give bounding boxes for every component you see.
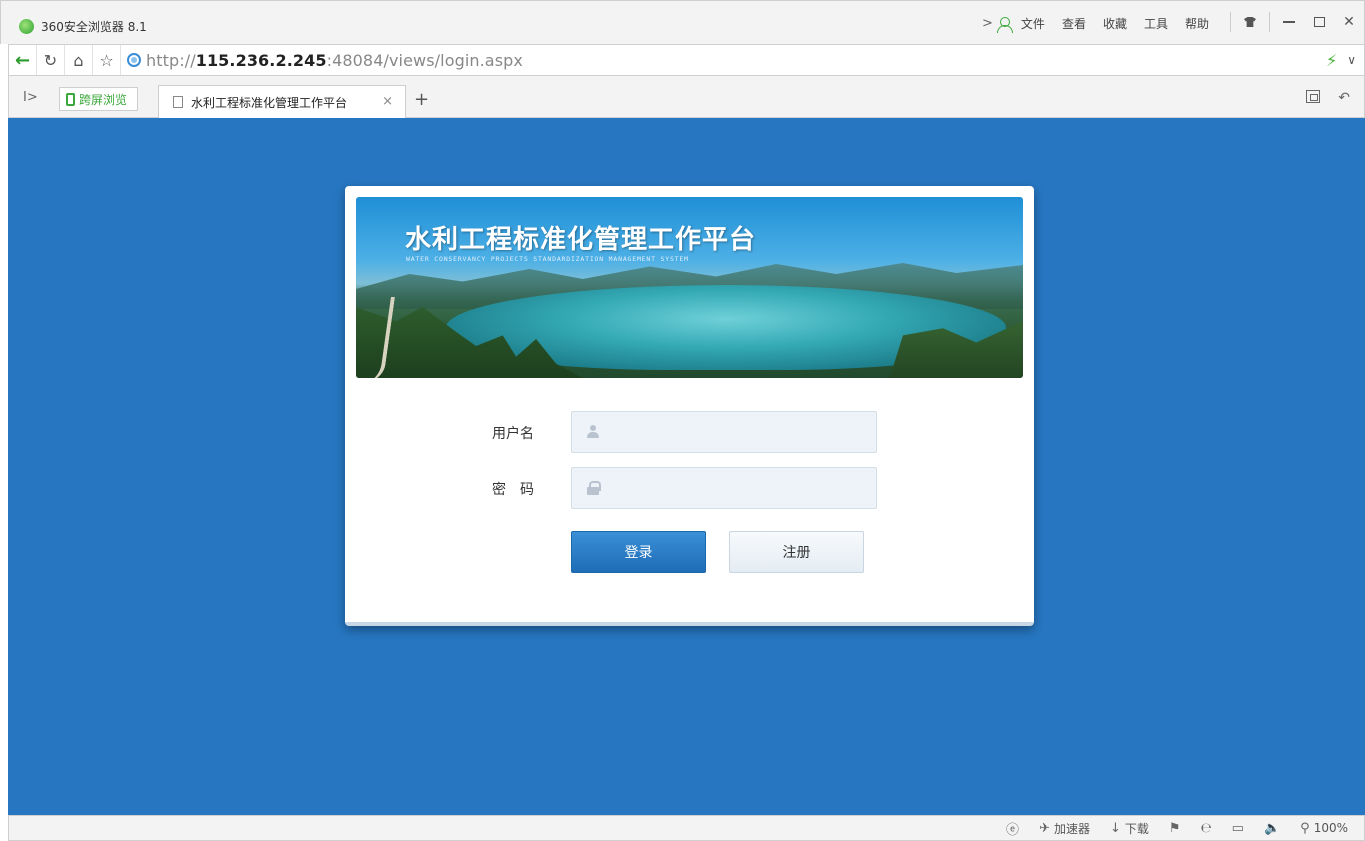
close-window-button[interactable]: ✕ xyxy=(1334,11,1364,33)
minimize-icon xyxy=(1283,21,1295,23)
skin-button[interactable] xyxy=(1235,11,1265,33)
cross-screen-label: 跨屏浏览 xyxy=(79,92,128,107)
user-account-icon[interactable] xyxy=(996,16,1013,33)
lock-icon xyxy=(587,481,601,495)
password-field[interactable] xyxy=(571,467,877,509)
status-bar: ⓔ ✈ 加速器 ↓ 下载 ⚑ ℮ ▭ 🔈 ⚲ 100% xyxy=(8,815,1365,841)
maximize-button[interactable] xyxy=(1304,11,1334,33)
accelerator-button[interactable]: ✈ 加速器 xyxy=(1039,820,1090,837)
browser-logo-icon xyxy=(19,19,34,34)
tab-restore-icon[interactable] xyxy=(1306,90,1321,103)
compat-mode-icon[interactable]: ⓔ xyxy=(1006,819,1019,838)
banner-subtitle: WATER CONSERVANCY PROJECTS STANDARDIZATI… xyxy=(406,255,689,263)
browser-title-bar: 360安全浏览器 8.1 > 文件 查看 收藏 工具 帮助 ✕ xyxy=(0,0,1365,44)
sidebar-toggle-icon[interactable]: I> xyxy=(23,90,38,105)
login-button[interactable]: 登录 xyxy=(571,531,706,573)
tab-close-icon[interactable]: × xyxy=(382,94,393,109)
refresh-button[interactable]: ↻ xyxy=(37,45,65,75)
new-tab-button[interactable]: + xyxy=(414,89,429,110)
login-banner: 水利工程标准化管理工作平台 WATER CONSERVANCY PROJECTS… xyxy=(356,197,1023,378)
username-label: 用户名 xyxy=(492,426,534,442)
username-field[interactable] xyxy=(571,411,877,453)
menu-tools[interactable]: 工具 xyxy=(1144,15,1168,32)
zoom-control[interactable]: ⚲ 100% xyxy=(1300,821,1348,836)
ie-icon[interactable]: ℮ xyxy=(1201,821,1212,836)
login-card: 水利工程标准化管理工作平台 WATER CONSERVANCY PROJECTS… xyxy=(345,186,1034,626)
address-bar: ← ↻ ⌂ ☆ http://115.236.2.245:48084/views… xyxy=(8,44,1365,76)
page-icon xyxy=(173,96,183,108)
user-icon xyxy=(586,425,600,439)
site-globe-icon xyxy=(127,53,141,67)
menu-view[interactable]: 查看 xyxy=(1062,15,1086,32)
shirt-icon xyxy=(1244,17,1256,27)
download-button[interactable]: ↓ 下载 xyxy=(1110,820,1149,837)
maximize-icon xyxy=(1313,17,1325,27)
chevron-down-icon[interactable]: ∨ xyxy=(1347,53,1356,67)
page-content: 水利工程标准化管理工作平台 WATER CONSERVANCY PROJECTS… xyxy=(8,118,1365,815)
password-label: 密 码 xyxy=(492,482,534,498)
undo-close-icon[interactable]: ↶ xyxy=(1338,90,1350,106)
url-field[interactable]: http://115.236.2.245:48084/views/login.a… xyxy=(121,45,1326,75)
back-arrow-icon: ← xyxy=(14,49,31,71)
window-icon[interactable]: ▭ xyxy=(1232,821,1244,836)
speed-mode-icon[interactable]: ⚡ xyxy=(1326,51,1337,70)
bookmark-button[interactable]: ☆ xyxy=(93,45,121,75)
username-input[interactable] xyxy=(572,412,876,452)
close-icon: ✕ xyxy=(1343,14,1355,30)
star-icon: ☆ xyxy=(99,50,114,70)
menu-expand-arrow[interactable]: > xyxy=(982,16,993,31)
tab-title: 水利工程标准化管理工作平台 xyxy=(191,95,348,110)
tab-bar: I> 跨屏浏览 水利工程标准化管理工作平台 × + ↶ xyxy=(8,76,1365,118)
menu-favorites[interactable]: 收藏 xyxy=(1103,15,1127,32)
banner-title: 水利工程标准化管理工作平台 xyxy=(405,225,757,255)
password-input[interactable] xyxy=(572,468,876,508)
zoom-icon: ⚲ xyxy=(1300,820,1310,836)
download-icon: ↓ xyxy=(1109,820,1121,836)
menu-file[interactable]: 文件 xyxy=(1021,15,1045,32)
minimize-button[interactable] xyxy=(1274,11,1304,33)
browser-menu: > 文件 查看 收藏 工具 帮助 xyxy=(982,15,1226,33)
menu-help[interactable]: 帮助 xyxy=(1185,15,1209,32)
cross-screen-button[interactable]: 跨屏浏览 xyxy=(59,87,139,111)
home-icon: ⌂ xyxy=(73,50,84,70)
speaker-icon[interactable]: 🔈 xyxy=(1264,821,1280,836)
url-text[interactable]: http://115.236.2.245:48084/views/login.a… xyxy=(146,51,523,70)
tab-login-page[interactable]: 水利工程标准化管理工作平台 × xyxy=(158,85,406,118)
phone-icon xyxy=(66,92,75,106)
home-button[interactable]: ⌂ xyxy=(65,45,93,75)
flag-icon[interactable]: ⚑ xyxy=(1169,821,1181,836)
window-title: 360安全浏览器 8.1 xyxy=(41,20,147,34)
refresh-icon: ↻ xyxy=(43,50,58,70)
back-button[interactable]: ← xyxy=(9,45,37,75)
pin-icon: ✈ xyxy=(1039,820,1050,836)
register-button[interactable]: 注册 xyxy=(729,531,864,573)
window-controls: ✕ xyxy=(1226,11,1364,33)
